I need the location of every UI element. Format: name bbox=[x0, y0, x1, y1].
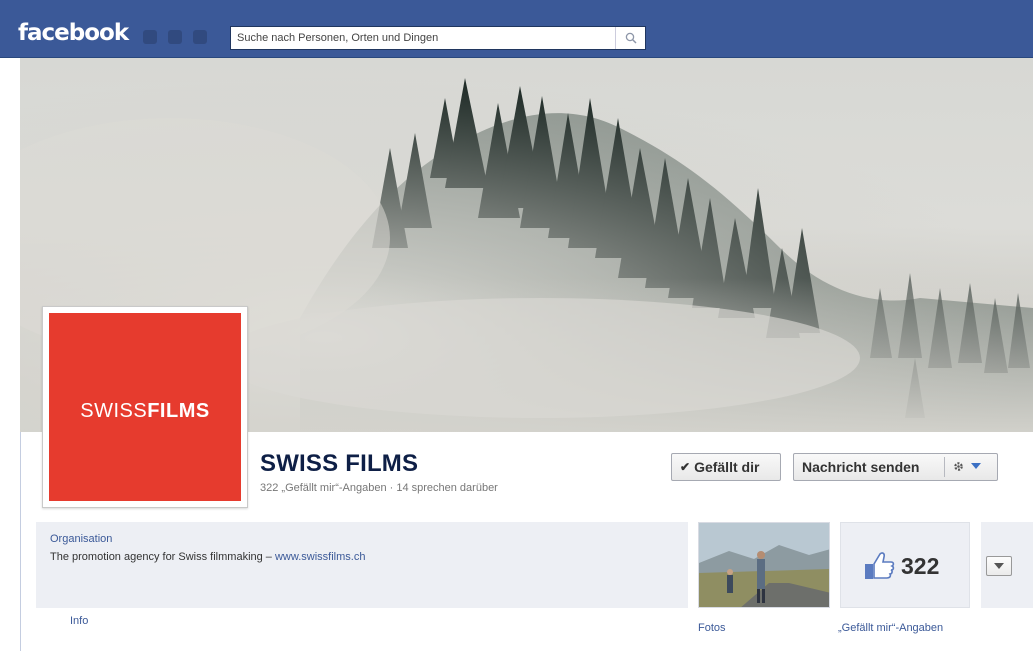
friend-requests-icon[interactable] bbox=[143, 30, 157, 44]
search-input[interactable] bbox=[231, 27, 615, 49]
notifications-icon[interactable] bbox=[193, 30, 207, 44]
more-apps-button[interactable] bbox=[986, 556, 1012, 576]
photos-app-label[interactable]: Fotos bbox=[698, 622, 726, 634]
website-link[interactable]: www.swissfilms.ch bbox=[275, 551, 365, 563]
swissfilms-logo: SWISSFILMS bbox=[49, 313, 241, 501]
page-stats: 322 „Gefällt mir“-Angaben · 14 sprechen … bbox=[260, 482, 498, 494]
chevron-down-icon bbox=[994, 562, 1004, 569]
likes-app-tile[interactable]: 322 bbox=[840, 522, 970, 608]
message-button-label: Nachricht senden bbox=[802, 459, 920, 475]
checkmark-icon: ✔ bbox=[680, 460, 691, 474]
logo-text: SWISSFILMS bbox=[49, 400, 241, 423]
messages-icon[interactable] bbox=[168, 30, 182, 44]
top-navigation-bar: facebook bbox=[0, 0, 1033, 58]
like-button[interactable]: ✔ Gefällt dir bbox=[671, 453, 781, 481]
gear-icon bbox=[954, 462, 963, 471]
search-button[interactable] bbox=[615, 27, 645, 49]
likes-count: 322 bbox=[901, 553, 940, 579]
page-category[interactable]: Organisation bbox=[50, 533, 112, 545]
thumbs-up-icon bbox=[865, 552, 895, 579]
profile-picture[interactable]: SWISSFILMS bbox=[42, 306, 248, 508]
likes-app-label[interactable]: „Gefällt mir“-Angaben bbox=[838, 622, 943, 634]
about-box: Organisation The promotion agency for Sw… bbox=[36, 522, 688, 608]
description-text: The promotion agency for Swiss filmmakin… bbox=[50, 551, 275, 563]
button-separator bbox=[944, 457, 945, 477]
search-icon bbox=[625, 32, 637, 44]
facebook-logo[interactable]: facebook bbox=[18, 20, 129, 46]
photos-app-tile[interactable] bbox=[698, 522, 830, 608]
like-button-label: Gefällt dir bbox=[694, 459, 760, 475]
settings-dropdown-button[interactable] bbox=[952, 460, 981, 473]
page-description: The promotion agency for Swiss filmmakin… bbox=[50, 551, 365, 563]
logo-text-light: SWISS bbox=[80, 400, 148, 422]
info-tab-link[interactable]: Info bbox=[70, 615, 88, 627]
chevron-down-icon bbox=[971, 463, 981, 469]
search-box bbox=[230, 26, 646, 50]
photo-thumbnail bbox=[699, 523, 829, 607]
page-title: SWISS FILMS bbox=[260, 450, 419, 477]
logo-text-bold: FILMS bbox=[147, 400, 210, 422]
message-button[interactable]: Nachricht senden bbox=[793, 453, 998, 481]
